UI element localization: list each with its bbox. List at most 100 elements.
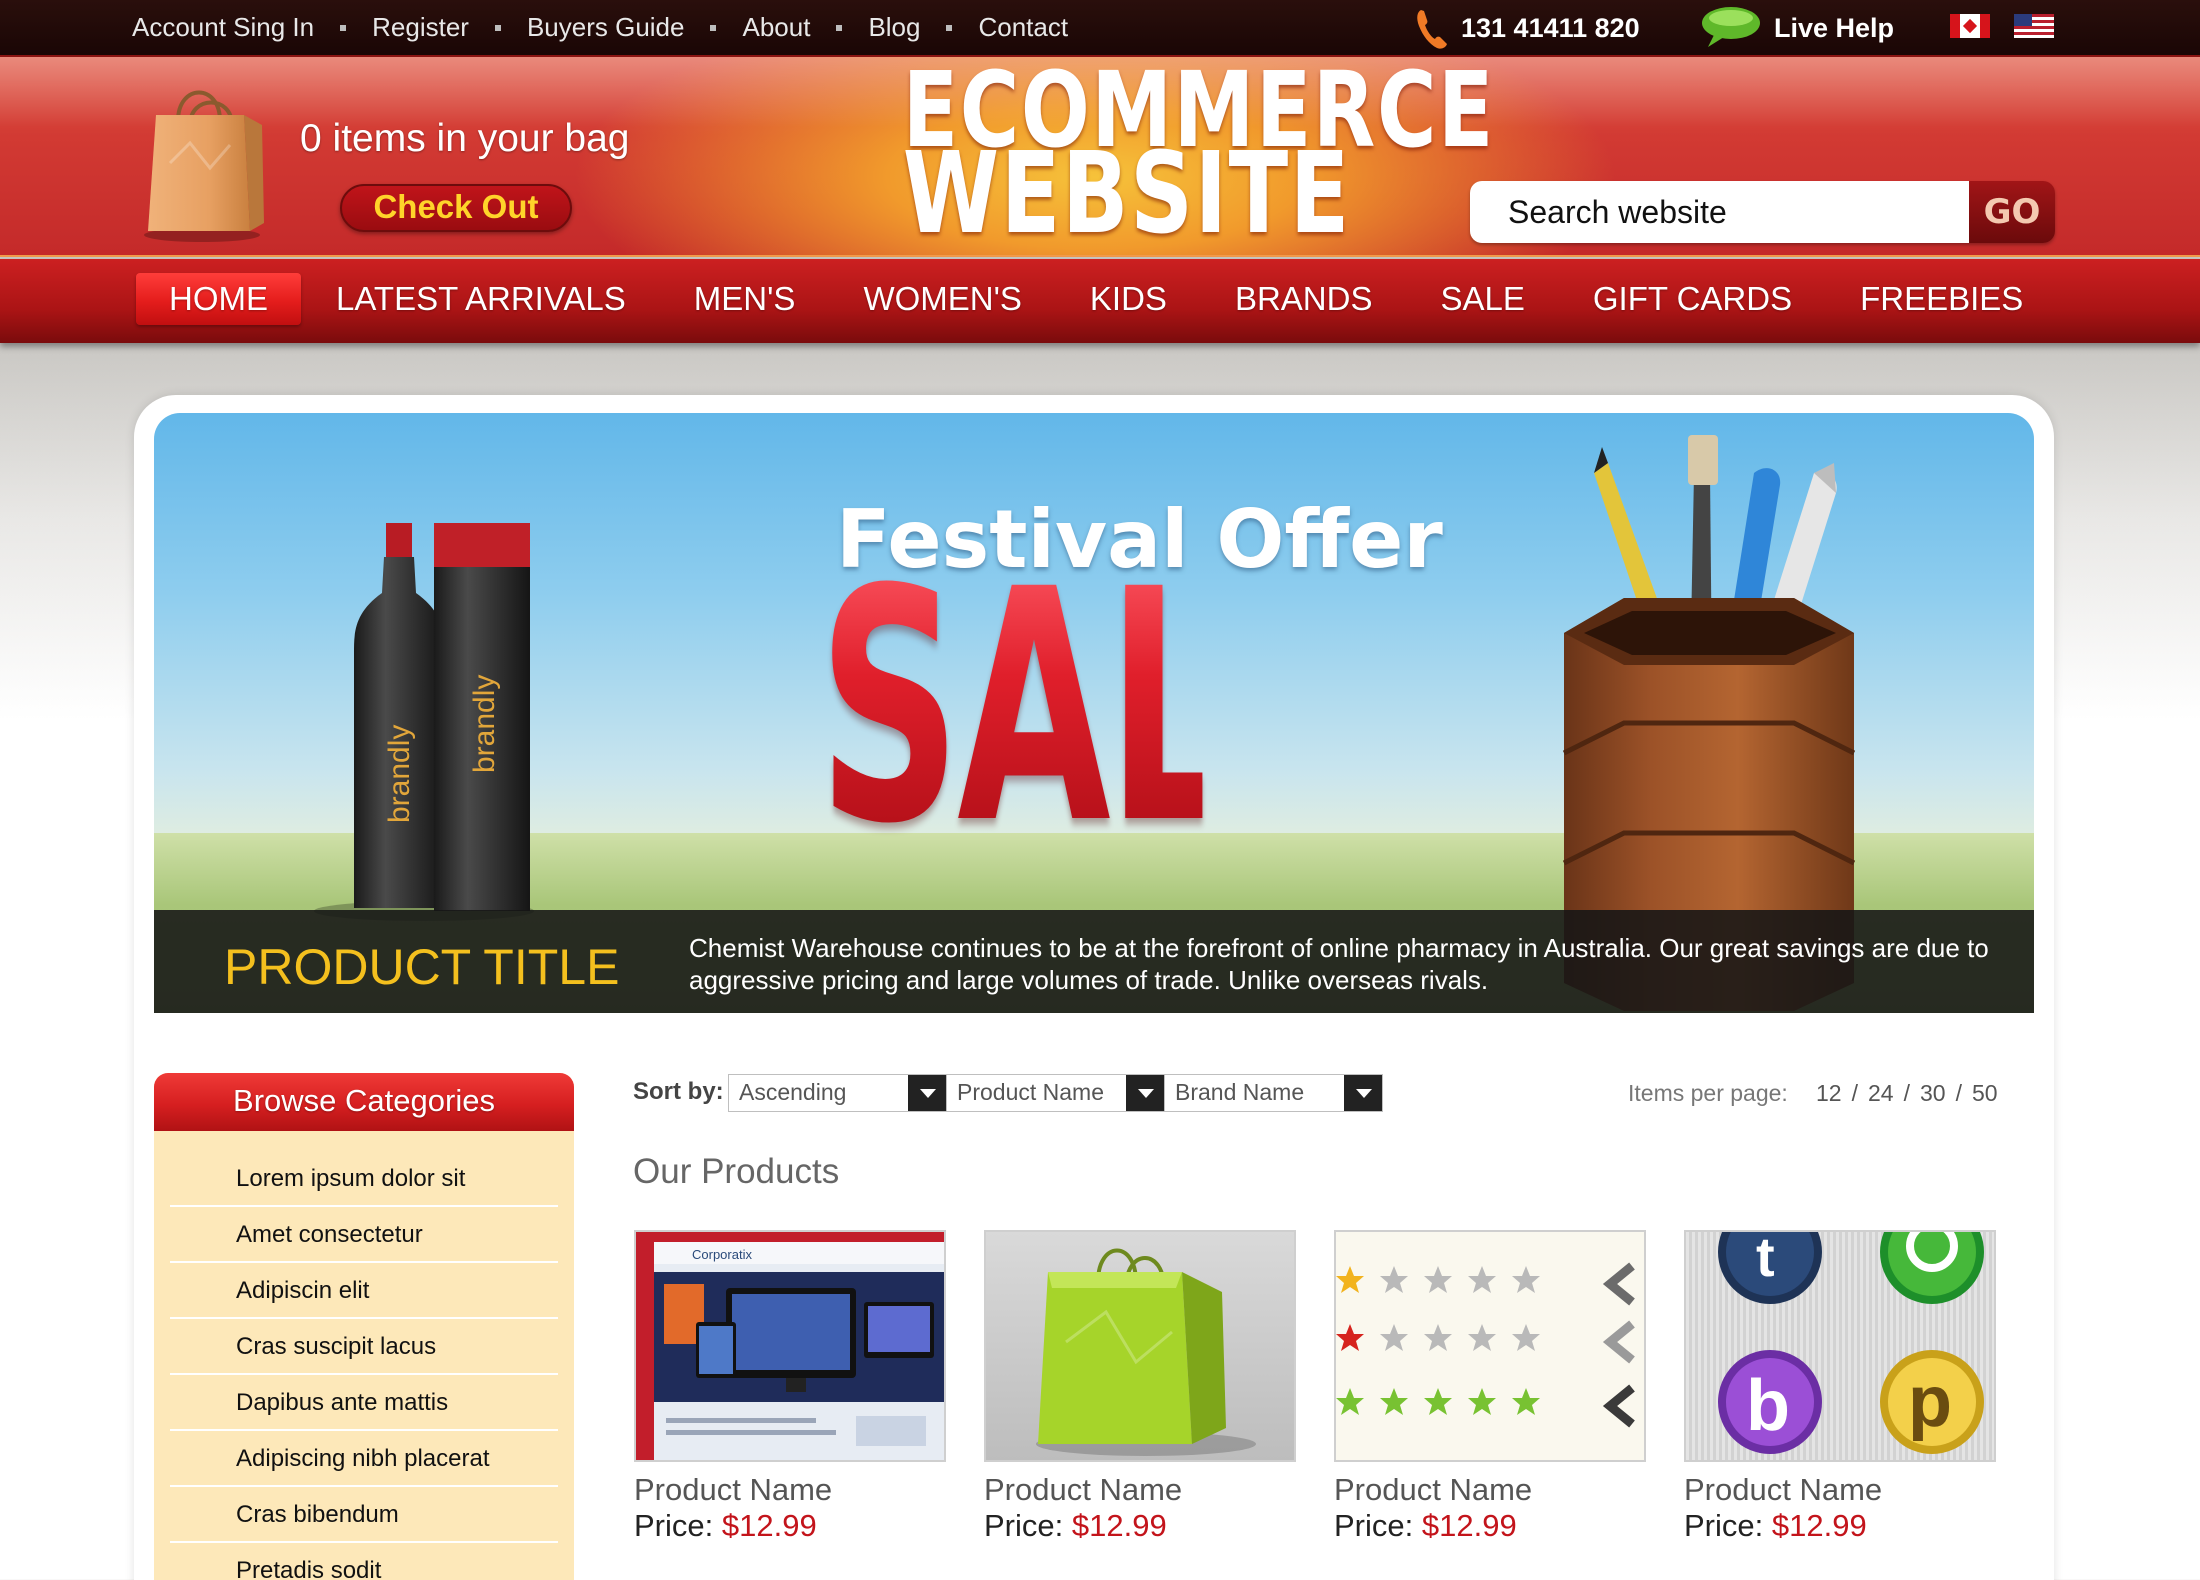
register-link[interactable]: Register	[372, 12, 469, 43]
social-icons-thumb[interactable]: t b p	[1684, 1230, 1996, 1462]
blog-link[interactable]: Blog	[868, 12, 920, 43]
product-price: $12.99	[1771, 1508, 1867, 1543]
box-brand-label: brandly	[468, 675, 501, 773]
our-products-heading: Our Products	[633, 1152, 840, 1191]
website-template-image: Corporatix	[636, 1232, 944, 1460]
bottle-brand-label: brandly	[383, 725, 416, 823]
category-item[interactable]: Adipiscin elit	[170, 1263, 558, 1319]
live-help-button[interactable]: Live Help	[1700, 4, 1894, 52]
product-card[interactable]: Product Name Price: $12.99	[984, 1230, 1296, 1544]
product-name[interactable]: Product Name	[984, 1472, 1296, 1508]
product-card[interactable]: Product Name Price: $12.99	[1334, 1230, 1646, 1544]
banner-caption-bar: PRODUCT TITLE Chemist Warehouse continue…	[154, 910, 2034, 1013]
ipp-option-24[interactable]: 24	[1868, 1080, 1894, 1107]
nav-gift-cards[interactable]: GIFT CARDS	[1560, 273, 1825, 325]
live-help-label: Live Help	[1774, 12, 1895, 43]
green-bag-image	[1036, 1248, 1256, 1456]
sort-brand-name-value: Brand Name	[1175, 1079, 1305, 1105]
about-link[interactable]: About	[742, 12, 810, 43]
nav-brands[interactable]: BRANDS	[1202, 273, 1406, 325]
sort-brand-name-select[interactable]: Brand Name	[1164, 1074, 1383, 1112]
buyers-guide-link[interactable]: Buyers Guide	[527, 12, 685, 43]
product-price-row: Price: $12.99	[984, 1508, 1296, 1544]
category-item[interactable]: Lorem ipsum dolor sit	[170, 1151, 558, 1207]
chevron-down-icon	[1126, 1075, 1164, 1111]
category-item[interactable]: Cras suscipit lacus	[170, 1319, 558, 1375]
phone-icon	[1417, 10, 1447, 49]
category-item[interactable]: Adipiscing nibh placerat	[170, 1431, 558, 1487]
browse-categories-panel: Browse Categories Lorem ipsum dolor sit …	[154, 1073, 574, 1580]
product-price: $12.99	[1421, 1508, 1517, 1543]
svg-text:b: b	[1746, 1366, 1790, 1446]
site-logo[interactable]: ECOMMERCE WEBSITE	[850, 58, 1494, 259]
usa-flag-icon[interactable]	[2014, 14, 2054, 38]
browse-categories-title: Browse Categories	[154, 1073, 574, 1131]
banner-sale-heading: SALE	[818, 522, 1365, 894]
separator	[494, 24, 501, 31]
promo-banner[interactable]: brandly brandly Festival Offer SALE PROD	[154, 413, 2034, 1013]
separator	[340, 24, 347, 31]
star-rating-image	[1336, 1262, 1635, 1428]
ipp-option-12[interactable]: 12	[1816, 1080, 1842, 1107]
product-name[interactable]: Product Name	[1334, 1472, 1646, 1508]
nav-kids[interactable]: KIDS	[1057, 273, 1200, 325]
product-card[interactable]: t b p Product Name Price: $12.99	[1684, 1230, 1996, 1544]
items-per-page-options: 12/ 24/ 30/ 50	[1816, 1080, 1998, 1107]
separator	[836, 24, 843, 31]
items-per-page-label: Items per page:	[1628, 1080, 1788, 1106]
phone-contact: 131 41411 820	[1415, 6, 1640, 50]
category-item[interactable]: Pretadis sodit	[170, 1543, 558, 1580]
product-price: $12.99	[1071, 1508, 1167, 1543]
sort-product-name-value: Product Name	[957, 1079, 1105, 1105]
chevron-down-icon	[908, 1075, 946, 1111]
category-item[interactable]: Dapibus ante mattis	[170, 1375, 558, 1431]
nav-mens[interactable]: MEN'S	[661, 273, 829, 325]
product-price-row: Price: $12.99	[1334, 1508, 1646, 1544]
product-price-row: Price: $12.99	[1684, 1508, 1996, 1544]
category-item[interactable]: Cras bibendum	[170, 1487, 558, 1543]
nav-freebies[interactable]: FREEBIES	[1827, 273, 2056, 325]
shopping-bag-icon[interactable]	[140, 73, 270, 243]
ipp-option-30[interactable]: 30	[1920, 1080, 1946, 1107]
product-card[interactable]: Corporatix Product Name Price: $12.99	[634, 1230, 946, 1544]
phone-number: 131 41411 820	[1461, 12, 1640, 43]
logo-line-2: WEBSITE	[902, 129, 1352, 259]
category-list: Lorem ipsum dolor sit Amet consectetur A…	[154, 1151, 574, 1580]
product-price: $12.99	[721, 1508, 817, 1543]
top-links: Account Sing In Register Buyers Guide Ab…	[132, 0, 1068, 55]
sort-by-label: Sort by:	[633, 1078, 724, 1105]
category-item[interactable]: Amet consectetur	[170, 1207, 558, 1263]
product-price-row: Price: $12.99	[634, 1508, 946, 1544]
chat-bubble-icon	[1702, 7, 1760, 47]
checkout-button[interactable]: Check Out	[340, 184, 572, 232]
social-icons-image: t b p	[1718, 1232, 1984, 1454]
canada-flag-icon[interactable]	[1950, 14, 1990, 38]
product-name[interactable]: Product Name	[1684, 1472, 1996, 1508]
price-label: Price:	[1334, 1508, 1414, 1543]
svg-text:p: p	[1908, 1362, 1952, 1442]
nav-home[interactable]: HOME	[136, 273, 301, 325]
ipp-option-50[interactable]: 50	[1972, 1080, 1998, 1107]
product-name[interactable]: Product Name	[634, 1472, 946, 1508]
bag-item-count: 0 items in your bag	[300, 117, 630, 160]
star-rating-icons-thumb[interactable]	[1334, 1230, 1646, 1462]
search-go-button[interactable]: GO	[1969, 181, 2055, 243]
sort-product-name-select[interactable]: Product Name	[946, 1074, 1165, 1112]
main-navigation: HOME LATEST ARRIVALS MEN'S WOMEN'S KIDS …	[0, 259, 2200, 343]
sort-order-value: Ascending	[739, 1079, 847, 1105]
template-title: Corporatix	[692, 1247, 752, 1262]
nav-sale[interactable]: SALE	[1407, 273, 1557, 325]
svg-text:t: t	[1756, 1232, 1775, 1288]
green-shopping-bag-thumb[interactable]	[984, 1230, 1296, 1462]
contact-link[interactable]: Contact	[978, 12, 1068, 43]
banner-description: Chemist Warehouse continues to be at the…	[689, 933, 1989, 995]
sort-order-select[interactable]: Ascending	[728, 1074, 947, 1112]
website-template-thumb[interactable]: Corporatix	[634, 1230, 946, 1462]
price-label: Price:	[1684, 1508, 1764, 1543]
search-input[interactable]	[1470, 181, 1969, 243]
header: 0 items in your bag Check Out ECOMMERCE …	[0, 57, 2200, 257]
price-label: Price:	[984, 1508, 1064, 1543]
nav-womens[interactable]: WOMEN'S	[830, 273, 1054, 325]
nav-latest-arrivals[interactable]: LATEST ARRIVALS	[303, 273, 659, 325]
account-sign-in-link[interactable]: Account Sing In	[132, 12, 314, 43]
